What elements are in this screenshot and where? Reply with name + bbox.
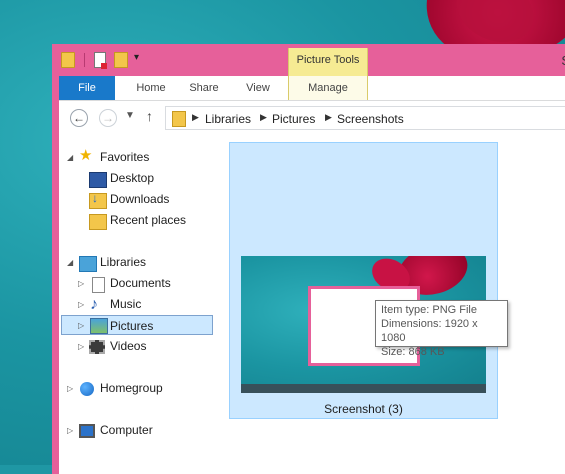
- breadcrumb-arrow-icon[interactable]: ▶: [325, 112, 332, 123]
- file-name: Screenshot (3): [324, 402, 403, 416]
- sidebar-item-favorites[interactable]: Favorites: [100, 147, 149, 167]
- recent-places-icon: [89, 214, 107, 230]
- forward-button[interactable]: →: [99, 109, 117, 127]
- breadcrumb-arrow-icon[interactable]: ▶: [192, 112, 199, 123]
- homegroup-icon: [80, 382, 94, 396]
- explorer-body: ◢ ★ Favorites Desktop Downloads Recent p…: [59, 135, 565, 474]
- tab-share[interactable]: Share: [179, 76, 229, 100]
- sidebar-item-computer[interactable]: Computer: [100, 420, 153, 440]
- collapse-arrow-icon[interactable]: ◢: [67, 153, 73, 162]
- new-folder-icon[interactable]: [114, 52, 128, 68]
- expand-arrow-icon[interactable]: ▷: [78, 300, 84, 309]
- sidebar-item-desktop[interactable]: Desktop: [110, 168, 154, 188]
- breadcrumb-screenshots[interactable]: Screenshots: [337, 112, 404, 126]
- tooltip-dimensions: Dimensions: 1920 x 1080: [381, 318, 478, 344]
- back-button[interactable]: ←: [70, 109, 88, 127]
- breadcrumb-libraries[interactable]: Libraries: [205, 112, 251, 126]
- tab-home[interactable]: Home: [127, 76, 175, 100]
- expand-arrow-icon[interactable]: ▷: [67, 426, 73, 435]
- collapse-arrow-icon[interactable]: ◢: [67, 258, 73, 267]
- ribbon-tabs: File Home Share View Manage: [59, 76, 565, 101]
- folder-icon: [172, 111, 186, 127]
- expand-arrow-icon[interactable]: ▷: [67, 384, 73, 393]
- thumbnail-taskbar: [241, 384, 486, 393]
- music-icon: ♪: [90, 296, 98, 313]
- file-item-screenshot[interactable]: Screenshot (3): [229, 142, 498, 419]
- file-list: Screenshot (3) Item type: PNG File Dimen…: [219, 135, 565, 474]
- properties-icon[interactable]: [94, 52, 107, 69]
- expand-arrow-icon[interactable]: ▷: [78, 279, 84, 288]
- navigation-pane: ◢ ★ Favorites Desktop Downloads Recent p…: [59, 135, 219, 474]
- tab-manage[interactable]: Manage: [288, 76, 368, 100]
- tooltip-size: Size: 868 KB: [381, 346, 445, 358]
- expand-arrow-icon[interactable]: ▷: [78, 342, 84, 351]
- explorer-window: ▾ S Picture Tools File Home Share View M…: [52, 44, 565, 474]
- pictures-icon: [90, 318, 108, 334]
- up-button[interactable]: ↑: [146, 108, 153, 124]
- window-title: S: [561, 53, 565, 68]
- sidebar-item-libraries[interactable]: Libraries: [100, 252, 146, 272]
- quick-access-separator: [84, 53, 85, 67]
- tab-view[interactable]: View: [235, 76, 281, 100]
- breadcrumb-pictures[interactable]: Pictures: [272, 112, 315, 126]
- sidebar-item-homegroup[interactable]: Homegroup: [100, 378, 163, 398]
- videos-icon: [89, 340, 105, 354]
- libraries-icon: [79, 256, 97, 272]
- sidebar-item-music[interactable]: Music: [110, 294, 141, 314]
- star-icon: ★: [79, 147, 93, 164]
- address-row: ← → ▼ ↑ ▶ Libraries ▶ Pictures ▶ Screens…: [59, 101, 565, 135]
- tab-file[interactable]: File: [59, 76, 115, 100]
- breadcrumb-arrow-icon[interactable]: ▶: [260, 112, 267, 123]
- desktop-icon: [89, 172, 107, 188]
- address-bar[interactable]: ▶ Libraries ▶ Pictures ▶ Screenshots: [165, 106, 565, 130]
- sidebar-item-documents[interactable]: Documents: [110, 273, 171, 293]
- customize-quick-access-icon[interactable]: ▾: [134, 52, 139, 63]
- sidebar-item-pictures[interactable]: Pictures: [110, 316, 153, 336]
- sidebar-item-recent-places[interactable]: Recent places: [110, 210, 186, 230]
- sidebar-item-videos[interactable]: Videos: [110, 336, 146, 356]
- downloads-icon: [89, 191, 107, 209]
- computer-icon: [79, 424, 95, 438]
- file-info-tooltip: Item type: PNG File Dimensions: 1920 x 1…: [375, 300, 508, 358]
- sidebar-item-pictures-selection[interactable]: ▷ Pictures: [61, 315, 213, 335]
- sidebar-item-downloads[interactable]: Downloads: [110, 189, 169, 209]
- expand-arrow-icon[interactable]: ▷: [78, 316, 84, 336]
- folder-icon[interactable]: [61, 52, 75, 68]
- documents-icon: [92, 277, 105, 293]
- recent-locations-icon[interactable]: ▼: [125, 110, 135, 121]
- tooltip-item-type: Item type: PNG File: [381, 304, 477, 316]
